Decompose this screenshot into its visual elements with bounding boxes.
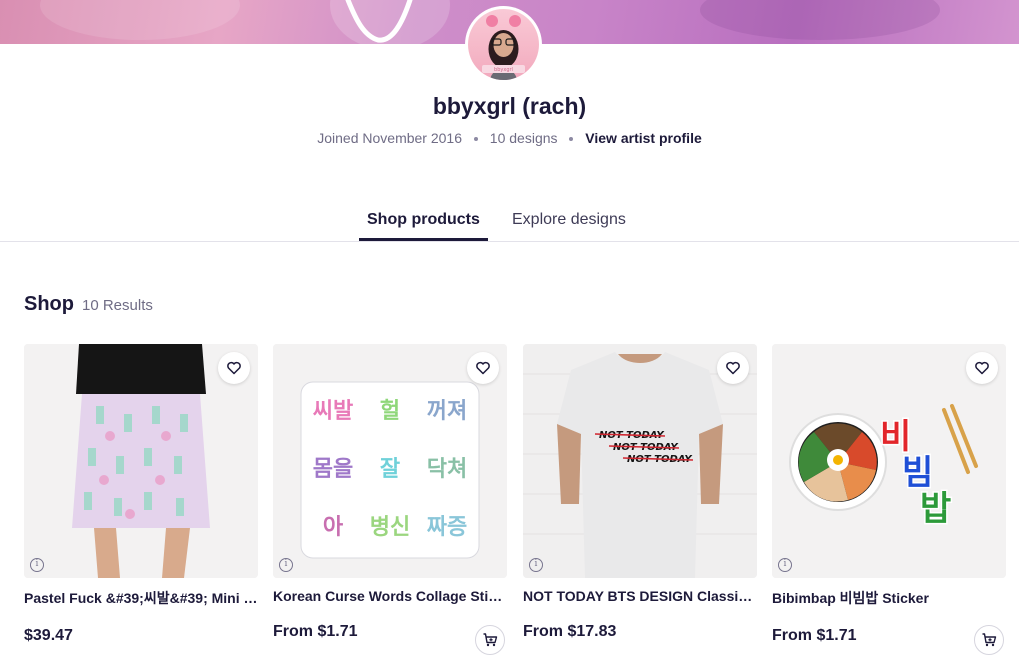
product-title[interactable]: Pastel Fuck &#39;씨발&#39; Mini Skirt [24, 588, 258, 608]
svg-text:헐: 헐 [380, 399, 400, 424]
product-image[interactable]: NOT TODAY NOT TODAY NOT TODAY i [523, 344, 757, 578]
tab-shop-products[interactable]: Shop products [367, 211, 480, 229]
shop-heading: Shop [24, 293, 74, 315]
tab-explore-designs[interactable]: Explore designs [512, 211, 626, 229]
info-icon[interactable]: i [778, 558, 792, 572]
heart-icon [726, 361, 740, 375]
add-to-cart-button[interactable] [974, 625, 1004, 655]
artist-name: bbyxgrl (rach) [432, 93, 587, 119]
active-tab-indicator [359, 238, 488, 241]
avatar-photo: bbyxgrl [468, 9, 539, 80]
info-icon[interactable]: i [529, 558, 543, 572]
product-title[interactable]: NOT TODAY BTS DESIGN Classic T-Shirt [523, 588, 757, 604]
product-image[interactable]: 씨발 헐 꺼져 몸을 잘 닥쳐 아 병신 짜증 i [273, 344, 507, 578]
svg-text:몸을: 몸을 [313, 457, 353, 482]
product-image[interactable]: i [24, 344, 258, 578]
svg-text:씨발: 씨발 [313, 399, 353, 424]
profile-tabs: Shop products Explore designs [0, 205, 1019, 242]
cart-icon [483, 633, 498, 647]
svg-text:꺼져: 꺼져 [427, 399, 467, 424]
artist-avatar[interactable]: bbyxgrl [465, 6, 542, 83]
info-icon[interactable]: i [30, 558, 44, 572]
product-price: $39.47 [24, 627, 73, 644]
svg-text:잘: 잘 [380, 457, 400, 482]
favorite-button[interactable] [966, 352, 998, 384]
product-card[interactable]: 비 빔 밥 i Bibimbap 비빔밥 Sticker From $1.71 [772, 344, 1006, 655]
heart-icon [975, 361, 989, 375]
svg-text:비: 비 [880, 417, 911, 457]
product-card[interactable]: 씨발 헐 꺼져 몸을 잘 닥쳐 아 병신 짜증 i Korean Curse W… [273, 344, 507, 655]
heart-icon [476, 361, 490, 375]
svg-text:병신: 병신 [370, 515, 410, 540]
product-price: From $17.83 [523, 623, 617, 640]
svg-text:밥: 밥 [920, 489, 951, 529]
heart-icon [227, 361, 241, 375]
svg-text:짜증: 짜증 [427, 515, 467, 540]
separator-dot [569, 137, 574, 142]
separator-dot [473, 137, 478, 142]
favorite-button[interactable] [218, 352, 250, 384]
svg-text:닥쳐: 닥쳐 [427, 457, 467, 482]
design-count: 10 designs [489, 130, 558, 146]
favorite-button[interactable] [717, 352, 749, 384]
product-image[interactable]: 비 빔 밥 i [772, 344, 1006, 578]
svg-text:빔: 빔 [902, 453, 933, 493]
product-price: From $1.71 [772, 627, 857, 644]
artist-meta: Joined November 2016 10 designs View art… [0, 130, 1019, 146]
info-icon[interactable]: i [279, 558, 293, 572]
product-price: From $1.71 [273, 623, 358, 640]
svg-text:아: 아 [323, 515, 344, 540]
product-title[interactable]: Bibimbap 비빔밥 Sticker [772, 588, 1006, 608]
results-count: 10 Results [82, 297, 153, 314]
add-to-cart-button[interactable] [475, 625, 505, 655]
product-card[interactable]: i Pastel Fuck &#39;씨발&#39; Mini Skirt $3… [24, 344, 258, 645]
product-card[interactable]: NOT TODAY NOT TODAY NOT TODAY i NOT TODA… [523, 344, 757, 641]
product-title[interactable]: Korean Curse Words Collage Sticker [273, 588, 507, 604]
view-artist-profile-link[interactable]: View artist profile [585, 130, 701, 146]
favorite-button[interactable] [467, 352, 499, 384]
joined-date: Joined November 2016 [317, 130, 463, 146]
cart-icon [982, 633, 997, 647]
svg-text:bbyxgrl: bbyxgrl [494, 67, 513, 73]
